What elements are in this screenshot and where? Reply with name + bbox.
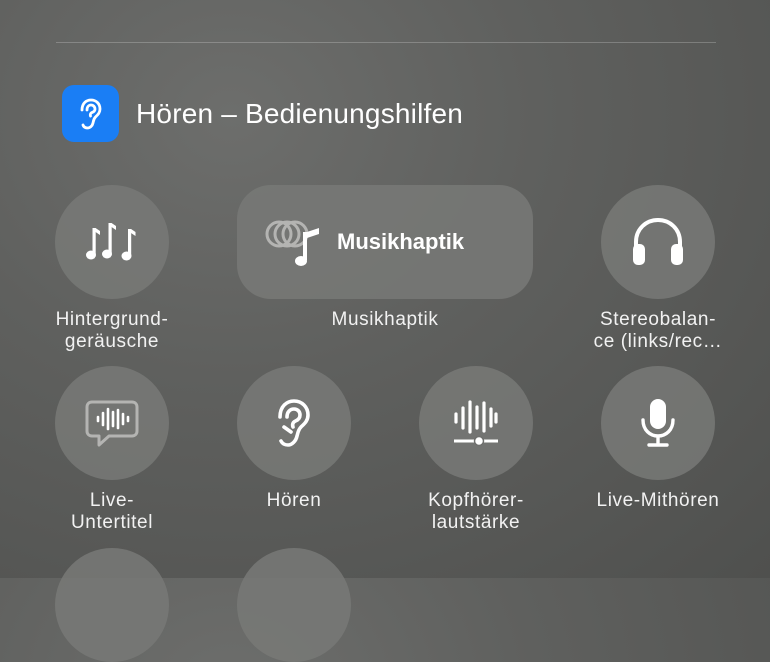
music-notes-icon — [86, 220, 138, 264]
music-haptics-pill-label: Musikhaptik — [337, 229, 465, 254]
section-title: Hören – Bedienungshilfen — [136, 97, 464, 129]
stereo-balance-button[interactable] — [601, 185, 715, 299]
headphones-icon — [630, 216, 686, 268]
stereo-balance-label: Stereobalan-ce (links/rec… — [593, 309, 723, 352]
microphone-icon — [638, 397, 678, 449]
music-haptics-label: Musikhaptik — [331, 309, 439, 330]
partial-control-button[interactable] — [237, 548, 351, 662]
section-header: Hören – Bedienungshilfen — [62, 85, 463, 142]
background-sounds-button[interactable] — [55, 185, 169, 299]
live-captions-button[interactable] — [55, 366, 169, 480]
hearing-app-icon — [62, 85, 119, 142]
hearing-button[interactable] — [237, 366, 351, 480]
hearing-label: Hören — [266, 490, 322, 511]
live-captions-icon — [84, 398, 140, 448]
background-sounds-label: Hintergrund-geräusche — [55, 309, 169, 352]
partial-control-button[interactable] — [55, 548, 169, 662]
live-listen-button[interactable] — [601, 366, 715, 480]
ear-icon — [78, 98, 104, 130]
top-divider — [56, 42, 716, 43]
headphone-level-icon — [452, 398, 500, 448]
headphone-level-button[interactable] — [419, 366, 533, 480]
ear-icon — [274, 398, 314, 448]
music-haptics-button[interactable]: Musikhaptik — [237, 185, 533, 299]
live-captions-label: Live- Untertitel — [70, 490, 154, 533]
live-listen-label: Live-Mithören — [596, 490, 720, 511]
music-haptics-icon — [265, 216, 327, 268]
headphone-level-label: Kopfhörer-lautstärke — [428, 490, 524, 533]
